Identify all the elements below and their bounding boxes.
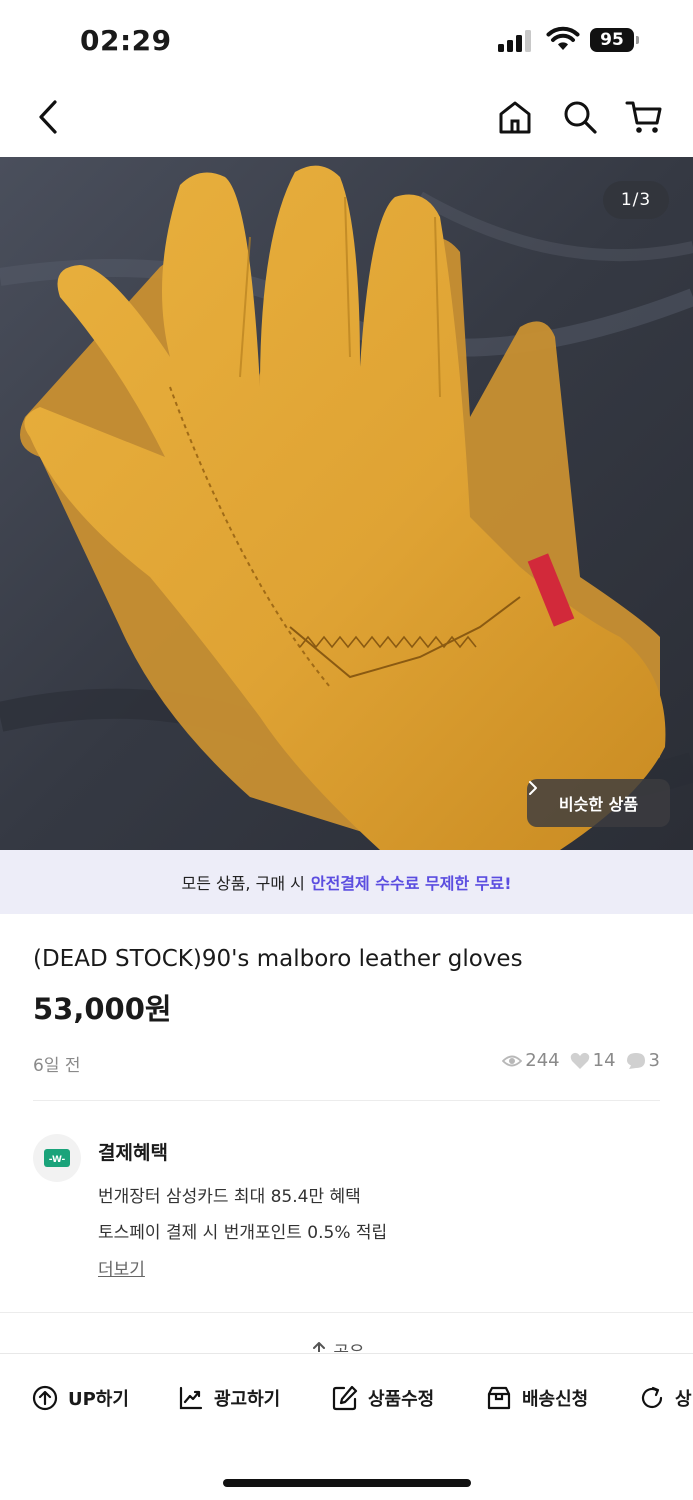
payment-benefit-icon: -W-	[33, 1134, 81, 1182]
posted-time: 6일 전	[33, 1056, 81, 1076]
box-icon	[487, 1386, 511, 1410]
advertise-button[interactable]: 광고하기	[178, 1385, 280, 1411]
product-price: 53,000원	[33, 992, 172, 1026]
product-title: (DEAD STOCK)90's malboro leather gloves	[33, 946, 523, 972]
search-icon[interactable]	[560, 97, 600, 137]
back-arrow-icon[interactable]	[28, 97, 68, 137]
benefit-title: 결제혜택	[98, 1142, 168, 1164]
battery-indicator: 95	[590, 28, 640, 52]
home-icon[interactable]	[495, 97, 535, 137]
share-label: 공유	[333, 1343, 364, 1352]
chat-bubble-icon	[626, 1052, 645, 1069]
up-button[interactable]: UP하기	[32, 1385, 129, 1411]
similar-products-label: 비슷한 상품	[558, 795, 639, 814]
battery-level: 95	[590, 28, 634, 52]
shipping-request-label: 배송신청	[522, 1389, 589, 1410]
promo-prefix: 모든 상품, 구매 시	[181, 874, 305, 893]
views-count: 244	[525, 1050, 560, 1071]
seller-action-bar: UP하기 광고하기 상품수정 배송신청 상	[0, 1353, 693, 1500]
edit-icon	[332, 1385, 358, 1411]
share-button[interactable]: 공유	[310, 1338, 365, 1352]
wifi-icon	[546, 26, 580, 50]
divider	[0, 1312, 693, 1313]
promo-banner[interactable]: 모든 상품, 구매 시 안전결제 수수료 무제한 무료!	[0, 850, 693, 914]
share-icon	[313, 1341, 325, 1352]
chats-stat: 3	[626, 1050, 660, 1071]
trend-chart-icon	[179, 1386, 203, 1410]
status-bar: 02:29 95	[0, 0, 693, 80]
product-stats: 244 14 3	[502, 1050, 660, 1071]
edit-product-button[interactable]: 상품수정	[332, 1385, 434, 1411]
status-time: 02:29	[80, 24, 172, 57]
similar-products-button[interactable]: 비슷한 상품	[527, 779, 670, 827]
cellular-signal-icon	[498, 30, 531, 52]
product-image-carousel[interactable]: 1/3 비슷한 상품	[0, 157, 693, 850]
refresh-icon	[641, 1386, 663, 1409]
likes-stat: 14	[570, 1050, 616, 1071]
up-arrow-circle-icon	[32, 1385, 58, 1411]
refresh-status-label: 상	[675, 1389, 692, 1410]
heart-icon	[570, 1052, 589, 1069]
chats-count: 3	[648, 1050, 660, 1071]
likes-count: 14	[592, 1050, 616, 1071]
svg-text:-W-: -W-	[49, 1155, 66, 1165]
cart-icon[interactable]	[624, 97, 664, 137]
promo-highlight: 안전결제 수수료 무제한 무료!	[310, 874, 512, 893]
top-nav-bar	[0, 80, 693, 157]
chevron-right-icon	[529, 781, 537, 795]
advertise-label: 광고하기	[214, 1389, 281, 1410]
battery-cap	[636, 36, 639, 44]
eye-icon	[502, 1055, 523, 1066]
benefit-line-1: 번개장터 삼성카드 최대 85.4만 혜택	[98, 1187, 361, 1207]
benefit-line-2: 토스페이 결제 시 번개포인트 0.5% 적립	[98, 1223, 388, 1243]
up-label: UP하기	[68, 1389, 129, 1410]
product-photo	[0, 157, 693, 850]
edit-product-label: 상품수정	[368, 1389, 435, 1410]
more-benefits-link[interactable]: 더보기	[98, 1255, 145, 1280]
home-indicator	[223, 1479, 471, 1487]
divider	[33, 1100, 660, 1101]
views-stat: 244	[502, 1050, 560, 1071]
image-page-indicator: 1/3	[603, 181, 669, 219]
refresh-status-button[interactable]: 상	[639, 1385, 692, 1411]
shipping-request-button[interactable]: 배송신청	[486, 1385, 588, 1411]
